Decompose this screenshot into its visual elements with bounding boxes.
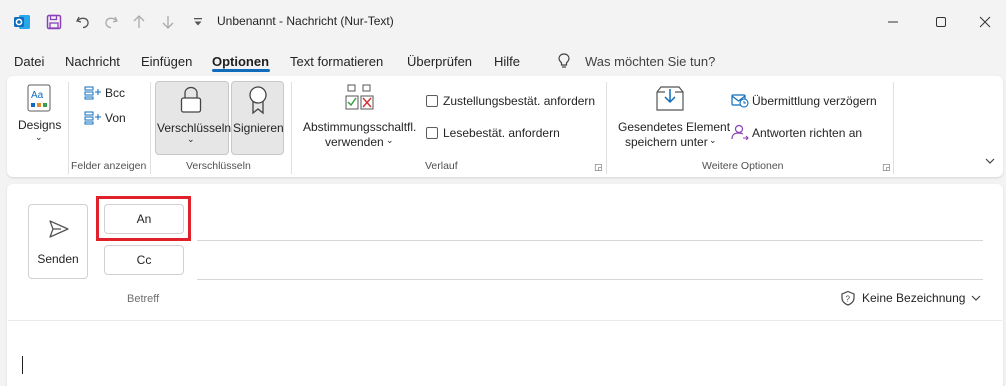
designs-icon: Aa: [27, 84, 51, 115]
lightbulb-icon: [556, 52, 572, 73]
lesebest-label: Lesebestät. anfordern: [443, 126, 560, 140]
subject-divider: [8, 320, 1002, 321]
zustellung-checkbox[interactable]: [426, 95, 438, 107]
maximize-icon: [936, 17, 946, 27]
cc-button[interactable]: Cc: [104, 245, 184, 275]
von-button[interactable]: Von: [105, 111, 126, 125]
tab-nachricht[interactable]: Nachricht: [65, 54, 120, 69]
down-icon[interactable]: [157, 8, 179, 36]
delay-delivery-icon: [731, 92, 749, 111]
undo-icon[interactable]: [70, 8, 96, 36]
tab-einfuegen[interactable]: Einfügen: [141, 54, 192, 69]
antworten-button[interactable]: Antworten richten an: [752, 126, 862, 140]
ribbon-tabs: Datei Nachricht Einfügen Optionen Text f…: [0, 48, 1006, 76]
group-label-weitere: Weitere Optionen: [702, 160, 784, 172]
abstimmung-button[interactable]: Abstimmungsschaltfl.: [303, 120, 416, 134]
bcc-button[interactable]: Bcc: [105, 86, 125, 100]
tab-datei[interactable]: Datei: [14, 54, 44, 69]
tab-text-formatieren[interactable]: Text formatieren: [290, 54, 383, 69]
svg-text:?: ?: [846, 295, 851, 304]
ribbon-separator: [291, 82, 292, 174]
gesendetes-chevron-icon: ⌄: [709, 135, 717, 145]
collapse-ribbon-icon[interactable]: [984, 155, 996, 170]
ribbon-separator: [68, 82, 69, 174]
sensitivity-label: Keine Bezeichnung: [862, 291, 966, 305]
save-icon[interactable]: [40, 8, 68, 36]
tell-me-search[interactable]: Was möchten Sie tun?: [585, 54, 715, 69]
tab-ueberpruefen[interactable]: Überprüfen: [407, 54, 472, 69]
direct-replies-icon: [731, 124, 749, 143]
abstimmung-label-2: verwenden: [325, 135, 384, 149]
minimize-icon: [888, 21, 898, 23]
subject-input[interactable]: Betreff: [127, 293, 159, 305]
designs-button[interactable]: Designs: [18, 118, 61, 132]
verschluesseln-chevron-icon: ⌄: [187, 134, 195, 144]
window-title: Unbenannt - Nachricht (Nur-Text): [217, 14, 394, 28]
abstimmung-chevron-icon: ⌄: [386, 135, 394, 145]
tab-optionen[interactable]: Optionen: [212, 54, 269, 69]
cc-input[interactable]: [197, 279, 983, 280]
zustellung-label: Zustellungsbestät. anfordern: [443, 94, 596, 108]
highlight-box: [96, 196, 191, 241]
ribbon-separator: [893, 82, 894, 174]
close-icon: [979, 16, 991, 28]
signieren-label: Signieren: [233, 121, 284, 135]
save-sent-item-icon: [655, 84, 685, 115]
customize-qat-icon[interactable]: [188, 8, 208, 36]
gesendetes-label-2: speichern unter: [625, 135, 708, 149]
ribbon-separator: [150, 82, 151, 174]
tab-hilfe[interactable]: Hilfe: [494, 54, 520, 69]
body-text-caret[interactable]: [22, 356, 23, 374]
up-icon[interactable]: [128, 8, 150, 36]
group-label-felder: Felder anzeigen: [71, 160, 147, 172]
outlook-app-icon: [8, 8, 36, 36]
bcc-icon: [84, 86, 102, 103]
send-icon: [48, 219, 70, 242]
to-input[interactable]: [197, 240, 983, 241]
active-tab-indicator: [212, 69, 270, 72]
redo-icon[interactable]: [98, 8, 124, 36]
gesendetes-element-button[interactable]: Gesendetes Element: [618, 120, 730, 134]
ribbon-separator: [606, 82, 607, 174]
maximize-button[interactable]: [918, 6, 964, 38]
group-label-verlauf: Verlauf: [425, 160, 458, 172]
minimize-button[interactable]: [870, 6, 916, 38]
lock-icon: [179, 86, 203, 117]
send-label: Senden: [37, 252, 79, 266]
uebermittlung-button[interactable]: Übermittlung verzögern: [752, 94, 877, 108]
verschluesseln-label: Verschlüsseln: [157, 121, 232, 135]
lesebest-checkbox[interactable]: [426, 127, 438, 139]
title-bar: Unbenannt - Nachricht (Nur-Text): [0, 0, 1006, 44]
shield-question-icon: ?: [841, 290, 855, 306]
close-button[interactable]: [962, 6, 1006, 38]
group-label-verschluesseln: Verschlüsseln: [186, 160, 251, 172]
verlauf-launcher-icon[interactable]: ◲: [594, 162, 603, 173]
chevron-down-icon: [971, 295, 981, 301]
svg-text:Aa: Aa: [31, 90, 44, 101]
voting-buttons-icon: [344, 84, 376, 115]
designs-chevron-icon: ⌄: [35, 132, 43, 142]
certificate-ribbon-icon: [247, 85, 269, 118]
sensitivity-label-button[interactable]: ? Keine Bezeichnung: [840, 290, 981, 306]
weitere-launcher-icon[interactable]: ◲: [882, 162, 891, 173]
von-icon: [84, 111, 102, 128]
send-button[interactable]: Senden: [28, 204, 88, 279]
